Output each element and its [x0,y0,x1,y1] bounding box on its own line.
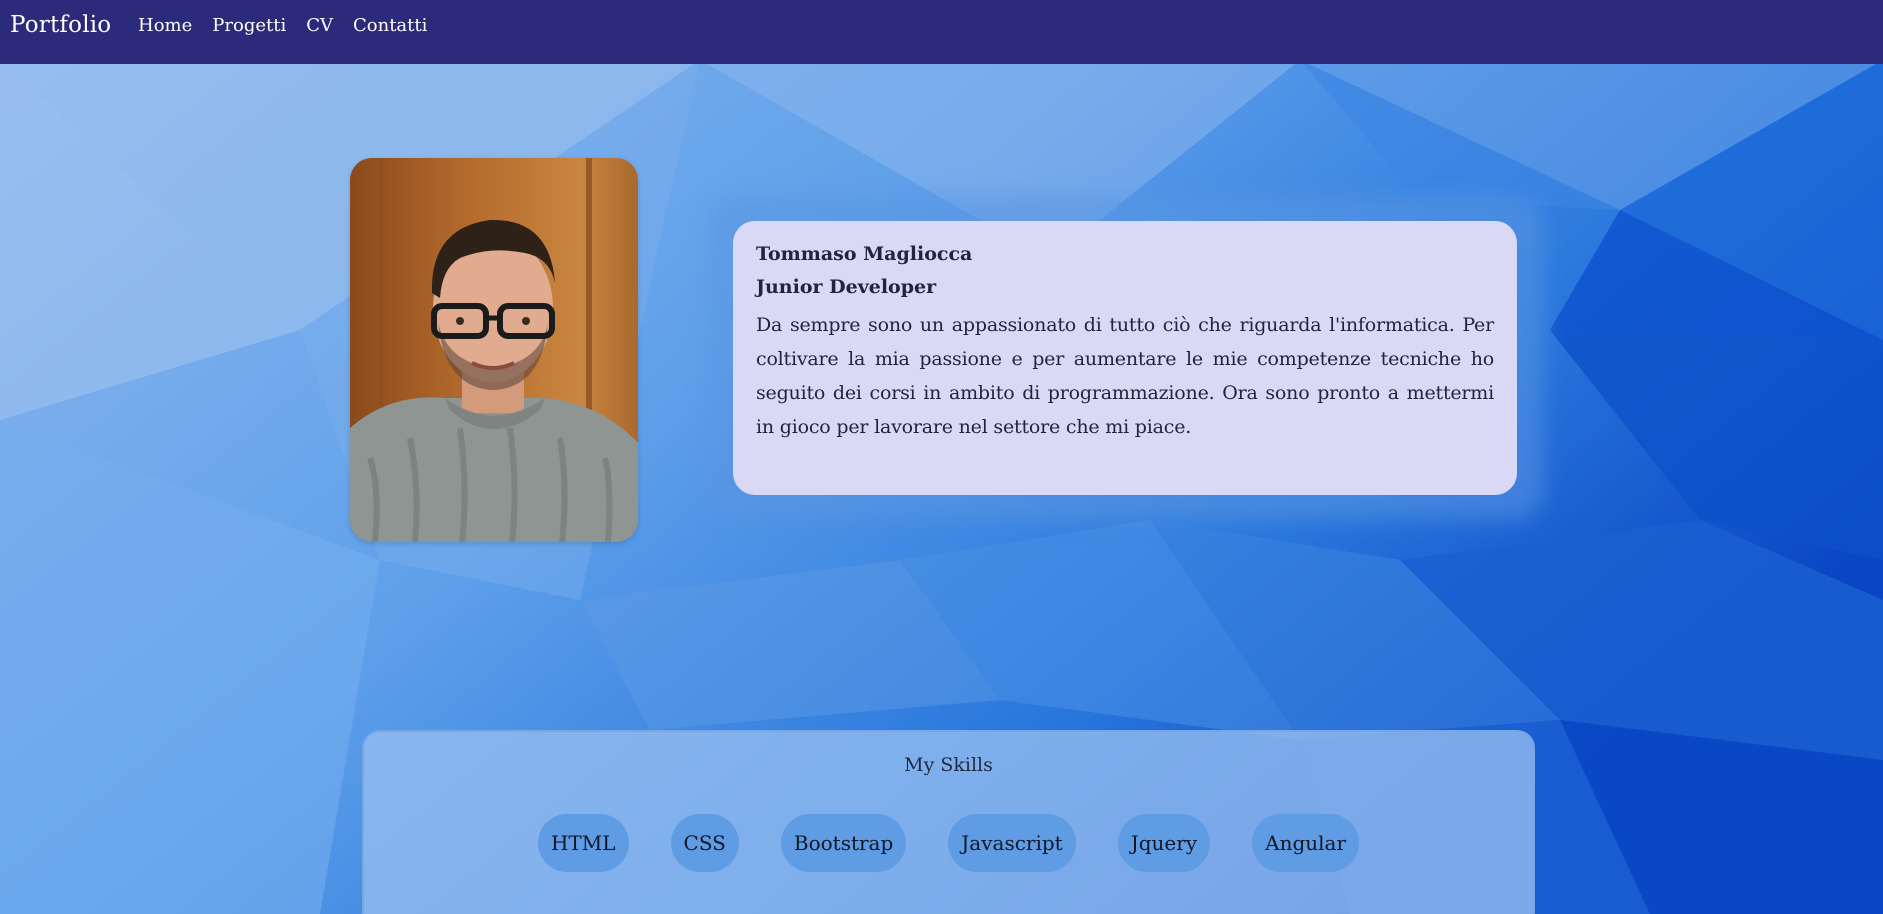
nav-link-home[interactable]: Home [138,15,192,36]
nav-link-contatti[interactable]: Contatti [353,15,427,36]
skill-pill-javascript: Javascript [948,814,1076,872]
skill-pill-angular: Angular [1252,814,1360,872]
navbar: Portfolio Home Progetti CV Contatti [0,0,1883,64]
nav-link-cv[interactable]: CV [306,15,333,36]
profile-role: Junior Developer [756,276,937,298]
skills-title: My Skills [904,754,993,776]
skill-pill-html: HTML [537,814,629,872]
profile-photo [350,158,638,542]
profile-name: Tommaso Magliocca [756,243,973,265]
skill-pill-bootstrap: Bootstrap [780,814,907,872]
nav-link-progetti[interactable]: Progetti [212,15,286,36]
skills-section: My Skills HTML CSS Bootstrap Javascript … [362,730,1535,914]
bio-card: Tommaso Magliocca Junior Developer Da se… [733,221,1517,495]
skill-pill-jquery: Jquery [1117,814,1211,872]
skill-pill-css: CSS [670,814,739,872]
nav-links: Home Progetti CV Contatti [138,15,427,36]
profile-bio: Da sempre sono un appassionato di tutto … [756,314,1494,438]
skills-list: HTML CSS Bootstrap Javascript Jquery Ang… [364,814,1533,872]
portrait-image [350,158,638,542]
brand-logo-link[interactable]: Portfolio [10,12,111,38]
